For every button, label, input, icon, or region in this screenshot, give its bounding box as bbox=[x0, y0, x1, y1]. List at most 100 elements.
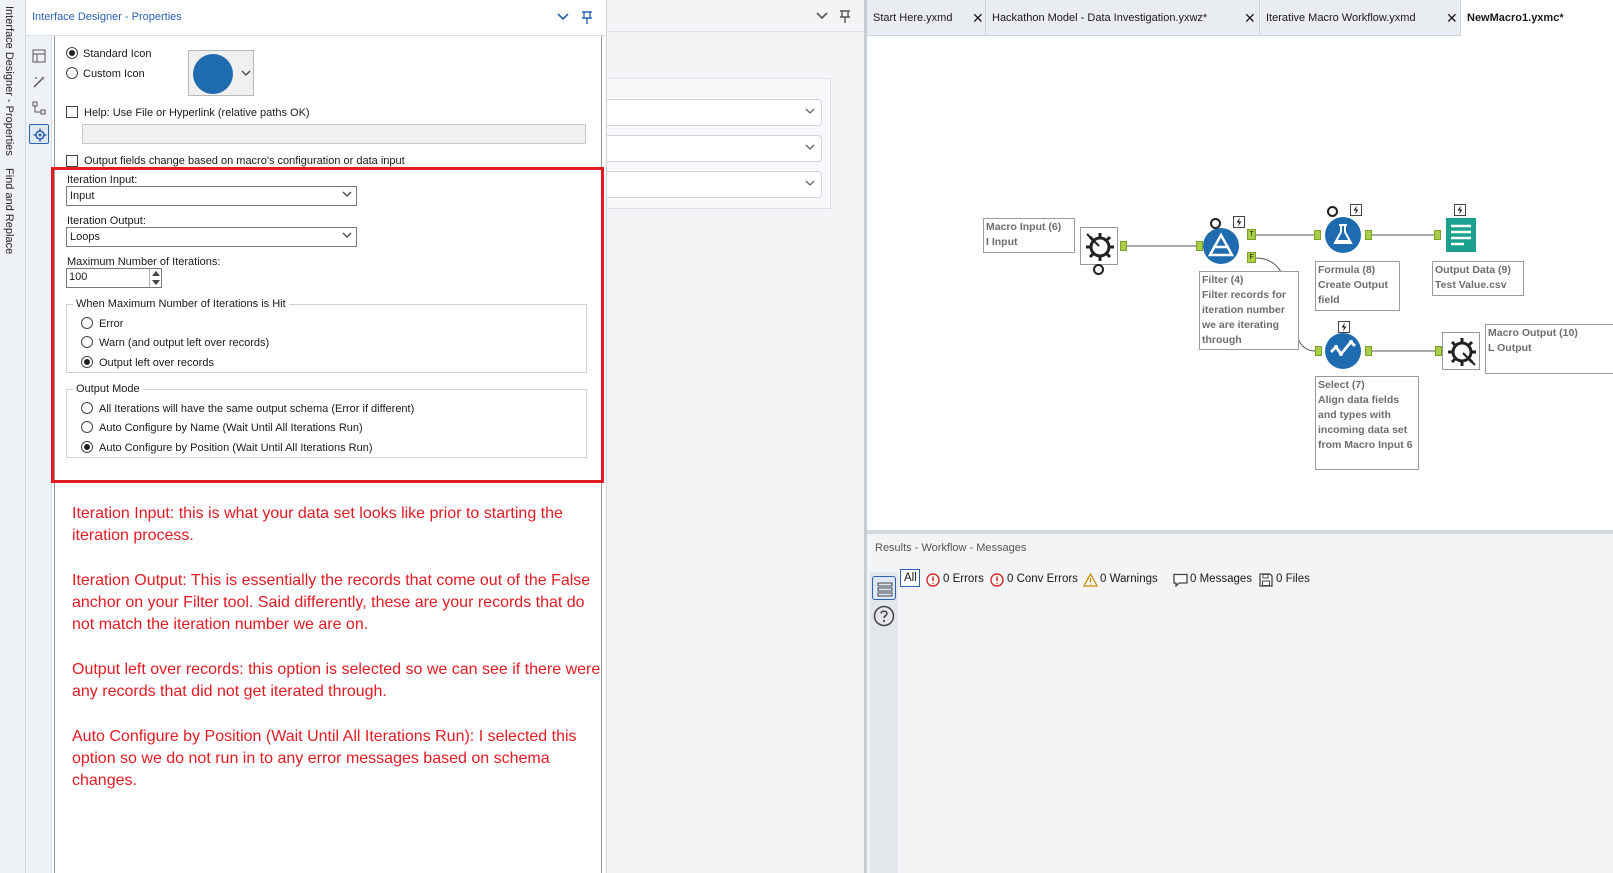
layout-icon bbox=[32, 49, 46, 63]
chevron-down-icon[interactable] bbox=[816, 11, 828, 21]
pin-icon[interactable] bbox=[579, 9, 595, 25]
filter-all-button[interactable]: All bbox=[900, 569, 920, 587]
chevron-down-icon bbox=[805, 108, 815, 114]
chevron-down-icon bbox=[241, 70, 251, 76]
annotation-leftover: Output left over records: this option is… bbox=[72, 661, 601, 700]
config-select-2[interactable] bbox=[607, 135, 822, 162]
messages-label: 0 Messages bbox=[1190, 573, 1253, 585]
errors-filter[interactable]: 0 Errors bbox=[926, 571, 988, 589]
list-view-button[interactable] bbox=[872, 576, 896, 600]
close-icon[interactable]: ✕ bbox=[1446, 10, 1458, 27]
output-data-icon bbox=[1446, 218, 1476, 252]
errors-label: 0 Errors bbox=[943, 573, 984, 585]
config-select-1[interactable] bbox=[607, 99, 822, 126]
output-anchor[interactable] bbox=[1365, 230, 1372, 240]
files-filter[interactable]: 0 Files bbox=[1259, 571, 1314, 589]
macro-output-tool[interactable] bbox=[1442, 332, 1480, 370]
input-anchor[interactable] bbox=[1314, 230, 1321, 240]
magic-wand-icon bbox=[33, 76, 45, 88]
tab-start-here[interactable]: Start Here.yxmd ✕ bbox=[867, 0, 986, 36]
true-anchor[interactable]: T bbox=[1247, 229, 1256, 240]
config-select-3[interactable] bbox=[607, 171, 822, 198]
annotation-auto-configure: Auto Configure by Position (Wait Until A… bbox=[72, 728, 577, 789]
select-tool[interactable] bbox=[1324, 332, 1362, 370]
input-anchor[interactable] bbox=[1315, 346, 1322, 356]
error-icon bbox=[926, 573, 940, 587]
results-title: Results - Workflow - Messages bbox=[875, 542, 1027, 554]
formula-annotation: Formula (8) Create Output field bbox=[1315, 261, 1400, 311]
highlight-box bbox=[51, 167, 604, 483]
tab-properties[interactable] bbox=[29, 124, 49, 144]
tab-label: NewMacro1.yxmc* bbox=[1467, 12, 1564, 24]
list-icon bbox=[877, 582, 893, 597]
macro-output-subtitle: L Output bbox=[1488, 342, 1532, 354]
help-button[interactable] bbox=[872, 604, 896, 628]
custom-icon-label: Custom Icon bbox=[83, 68, 145, 80]
output-fields-checkbox[interactable] bbox=[66, 155, 78, 167]
configuration-panel bbox=[606, 0, 865, 873]
formula-tool[interactable] bbox=[1324, 216, 1362, 254]
properties-titlebar: Interface Designer - Properties bbox=[26, 0, 606, 36]
filter-tool[interactable] bbox=[1202, 227, 1240, 265]
message-icon bbox=[1173, 573, 1188, 587]
side-tab-interface-designer[interactable]: Interface Designer - Properties bbox=[3, 6, 15, 156]
left-panel-strip: Interface Designer - Properties Find and… bbox=[0, 0, 26, 873]
macro-input-subtitle: I Input bbox=[986, 236, 1018, 248]
conv-errors-label: 0 Conv Errors bbox=[1007, 573, 1078, 585]
help-path-input[interactable] bbox=[82, 124, 586, 144]
filter-icon bbox=[1203, 228, 1239, 264]
select-icon bbox=[1325, 333, 1361, 369]
tab-newmacro1[interactable]: NewMacro1.yxmc* bbox=[1461, 0, 1613, 36]
input-anchor[interactable] bbox=[1434, 230, 1441, 240]
standard-icon-radio[interactable] bbox=[66, 47, 78, 59]
output-anchor[interactable] bbox=[1365, 346, 1372, 356]
pin-icon[interactable] bbox=[837, 8, 853, 24]
warnings-filter[interactable]: 0 Warnings bbox=[1083, 571, 1165, 589]
annotation-iteration-output: Iteration Output: This is essentially th… bbox=[72, 572, 591, 633]
lightning-icon bbox=[1454, 204, 1466, 216]
chevron-down-icon bbox=[805, 144, 815, 150]
close-icon[interactable]: ✕ bbox=[972, 10, 984, 27]
tab-iterative-macro[interactable]: Iterative Macro Workflow.yxmd ✕ bbox=[1260, 0, 1461, 36]
lightning-icon bbox=[1350, 204, 1362, 216]
filter-annotation: Filter (4) Filter records for iteration … bbox=[1199, 271, 1299, 350]
tree-icon bbox=[32, 101, 46, 115]
gear-icon bbox=[33, 128, 47, 142]
false-anchor[interactable]: F bbox=[1247, 252, 1256, 263]
macro-output-annotation: Macro Output (10) L Output bbox=[1485, 324, 1613, 374]
tab-label: Iterative Macro Workflow.yxmd bbox=[1266, 12, 1416, 24]
tab-layout[interactable] bbox=[29, 46, 49, 66]
tab-magic[interactable] bbox=[29, 72, 49, 92]
formula-subtitle: Create Output field bbox=[1318, 279, 1389, 306]
properties-title: Interface Designer - Properties bbox=[32, 11, 182, 23]
icon-picker[interactable] bbox=[188, 50, 254, 96]
output-anchor[interactable] bbox=[1120, 241, 1127, 251]
warnings-label: 0 Warnings bbox=[1100, 573, 1158, 585]
standard-icon-label: Standard Icon bbox=[83, 48, 152, 60]
output-data-tool[interactable] bbox=[1442, 216, 1480, 254]
help-checkbox[interactable] bbox=[66, 106, 78, 118]
tab-hackathon[interactable]: Hackathon Model - Data Investigation.yxw… bbox=[986, 0, 1260, 36]
chevron-down-icon bbox=[805, 180, 815, 186]
workflow-canvas[interactable]: Macro Input (6) I Input T F Filter (4) F… bbox=[867, 36, 1613, 530]
conv-error-icon bbox=[990, 573, 1004, 587]
flask-icon bbox=[1325, 217, 1361, 253]
chevron-down-icon[interactable] bbox=[557, 12, 569, 22]
output-data-subtitle: Test Value.csv bbox=[1435, 279, 1507, 291]
custom-icon-radio[interactable] bbox=[66, 67, 78, 79]
macro-input-tool[interactable] bbox=[1080, 227, 1118, 265]
document-tabbar: Start Here.yxmd ✕ Hackathon Model - Data… bbox=[867, 0, 1613, 36]
messages-filter[interactable]: 0 Messages bbox=[1173, 571, 1255, 589]
output-data-title: Output Data (9) bbox=[1435, 264, 1511, 276]
tab-tree[interactable] bbox=[29, 98, 49, 118]
select-subtitle: Align data fields and types with incomin… bbox=[1318, 394, 1413, 451]
results-side-strip bbox=[870, 572, 898, 873]
close-icon[interactable]: ✕ bbox=[1244, 10, 1256, 27]
q-badge-icon bbox=[1093, 264, 1104, 275]
input-anchor[interactable] bbox=[1435, 346, 1442, 356]
macro-output-icon bbox=[1448, 338, 1476, 366]
output-fields-label: Output fields change based on macro's co… bbox=[84, 155, 405, 167]
annotation-iteration-input: Iteration Input: this is what your data … bbox=[72, 505, 563, 544]
side-tab-find-replace[interactable]: Find and Replace bbox=[3, 168, 15, 254]
conv-errors-filter[interactable]: 0 Conv Errors bbox=[990, 571, 1080, 589]
